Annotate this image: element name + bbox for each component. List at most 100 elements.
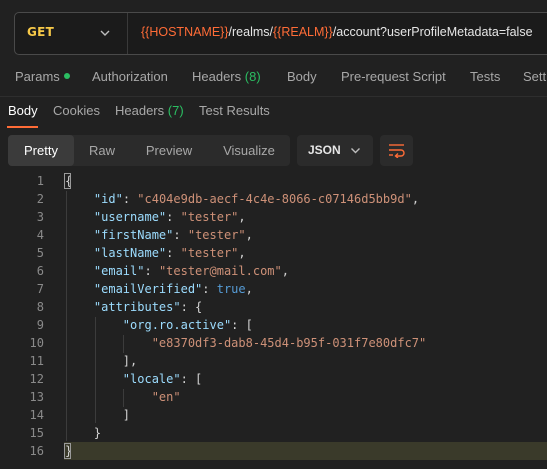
bracket-match-highlight [64,443,71,459]
code-token: true [216,282,246,296]
line-number: 10 [29,336,44,350]
code-token: "tester@mail.com" [158,264,282,278]
method-select[interactable]: GET [15,13,128,54]
line-number: 7 [36,282,44,296]
code-line: 15 } [0,424,547,442]
wrap-lines-icon [389,144,405,158]
line-number: 11 [29,354,44,368]
code-text: ], [65,352,137,370]
response-tab-cookies[interactable]: Cookies [53,103,100,118]
code-token: "id" [93,192,123,206]
code-text: "e8370df3-dab8-45d4-b95f-031f7e80dfc7" [65,334,427,352]
code-token: : [144,264,159,278]
url-input[interactable]: {{HOSTNAME}}/realms/{{REALM}}/account?us… [141,25,533,39]
code-line: 12 "locale": [ [0,370,547,388]
response-tab-test-results[interactable]: Test Results [199,103,270,118]
code-token: "en" [151,390,181,404]
format-select-value: JSON [308,143,341,157]
response-tab-body[interactable]: Body [8,103,38,118]
response-tab-headers-count: (7) [167,103,184,118]
line-number: 14 [29,408,44,422]
code-line: 5 "lastName": "tester", [0,244,547,262]
code-text: "firstName": "tester", [65,226,253,244]
code-token: : { [180,300,203,314]
code-line: 7 "emailVerified": true, [0,280,547,298]
tab-authorization[interactable]: Authorization [92,69,168,84]
tab-prerequest-script[interactable]: Pre-request Script [341,69,446,84]
tab-body[interactable]: Body [287,69,317,84]
format-select[interactable]: JSON [297,135,373,166]
code-token: , [411,192,420,206]
response-tab-headers-label: Headers [115,103,165,118]
code-text: "attributes": { [65,298,202,316]
code-token: : [202,282,217,296]
code-text: "email": "tester@mail.com", [65,262,289,280]
url-variable: {{REALM}} [273,25,333,39]
response-tab-headers[interactable]: Headers (7) [115,103,184,118]
code-token: "email" [93,264,145,278]
visualize-button[interactable]: Visualize [208,135,290,166]
code-token: , [238,246,246,260]
view-mode-group: Pretty Raw Preview Visualize [8,135,290,166]
code-token: : [166,210,181,224]
code-token: : [173,228,188,242]
code-text: "username": "tester", [65,208,246,226]
line-number: 15 [29,426,44,440]
code-text: "en" [65,388,181,406]
response-body-viewer[interactable]: 1{2 "id": "c404e9db-aecf-4c4e-8066-c0714… [0,171,547,469]
tab-params[interactable]: Params [15,69,70,84]
tab-headers-count: (8) [244,69,261,84]
code-token: "tester" [180,210,239,224]
code-text: "locale": [ [65,370,202,388]
code-token: , [245,228,253,242]
code-token: "c404e9db-aecf-4c4e-8066-c07146d5bb9d" [137,192,412,206]
url-variable: {{HOSTNAME}} [141,25,229,39]
code-token: "tester" [180,246,239,260]
code-token: } [65,426,102,440]
code-text: "lastName": "tester", [65,244,246,262]
code-line: 11 ], [0,352,547,370]
code-token: ] [65,408,131,422]
code-line: 14 ] [0,406,547,424]
tab-tests[interactable]: Tests [470,69,500,84]
code-line: 1{ [0,172,547,190]
tab-settings[interactable]: Setti [523,69,547,84]
code-line: 2 "id": "c404e9db-aecf-4c4e-8066-c07146d… [0,190,547,208]
tab-params-label: Params [15,69,60,84]
line-number: 13 [29,390,44,404]
wrap-lines-button[interactable] [380,135,413,166]
pretty-button[interactable]: Pretty [8,135,74,166]
line-number: 12 [29,372,44,386]
code-token: "locale" [122,372,181,386]
code-token: "emailVerified" [93,282,203,296]
request-tabs: Params Authorization Headers (8) Body Pr… [0,60,547,97]
code-token: ], [65,354,138,368]
url-segment: /account?userProfileMetadata=false [332,25,533,39]
url-segment: /realms/ [228,25,273,39]
line-number: 2 [36,192,44,206]
code-token: : [ [180,372,203,386]
tab-headers[interactable]: Headers (8) [192,69,261,84]
method-label: GET [27,25,55,39]
code-text: "id": "c404e9db-aecf-4c4e-8066-c07146d5b… [65,190,419,208]
chevron-down-icon [351,148,360,154]
code-token: "firstName" [93,228,174,242]
raw-button[interactable]: Raw [74,135,130,166]
code-text: } [65,424,101,442]
line-number: 16 [29,444,44,458]
url-bar: GET {{HOSTNAME}}/realms/{{REALM}}/accoun… [14,12,547,55]
preview-button[interactable]: Preview [132,135,206,166]
code-line: 16} [0,442,547,460]
code-line: 6 "email": "tester@mail.com", [0,262,547,280]
code-token: "lastName" [93,246,167,260]
